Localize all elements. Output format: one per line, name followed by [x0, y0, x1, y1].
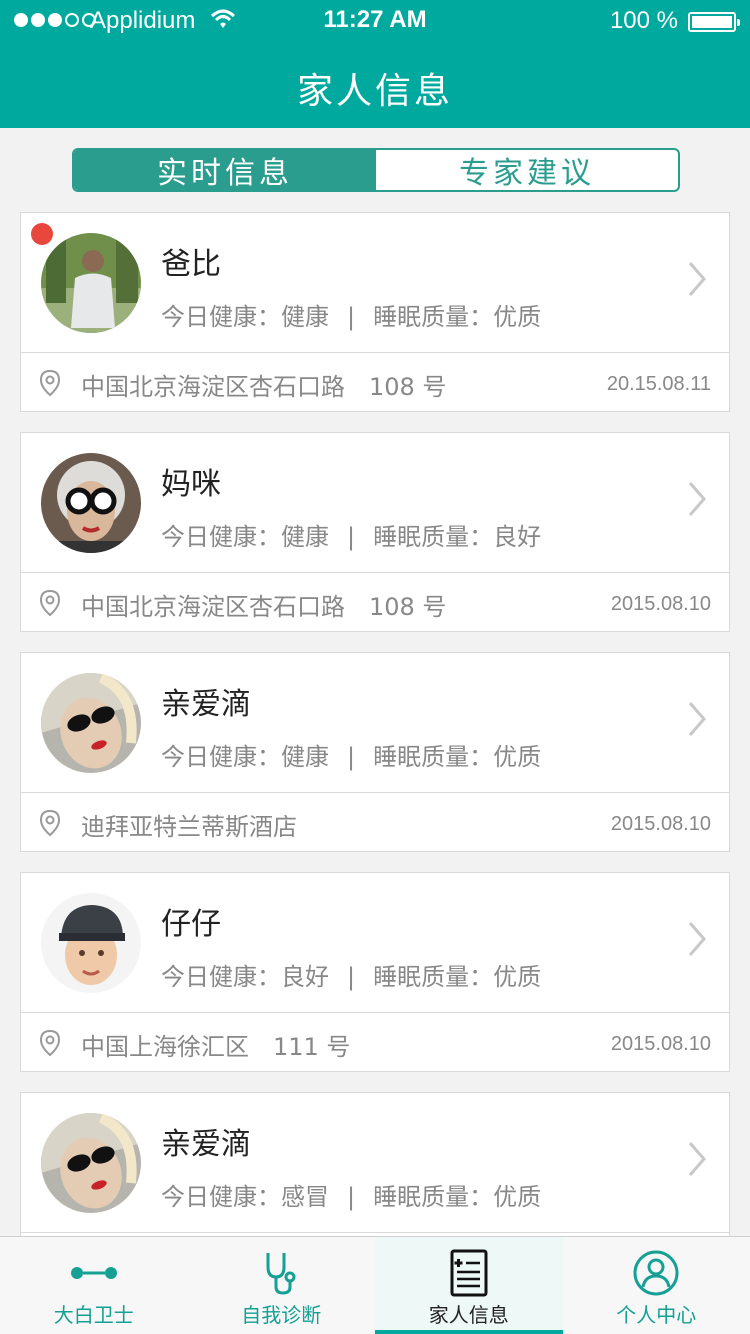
health-label: 今日健康：: [161, 523, 281, 551]
avatar: [41, 453, 141, 553]
health-value: 良好: [281, 963, 329, 991]
health-status: 今日健康：健康 | 睡眠质量：优质: [161, 297, 541, 332]
health-status: 今日健康：良好 | 睡眠质量：优质: [161, 957, 541, 992]
location-text: 中国北京海淀区杏石口路 108 号: [81, 373, 447, 401]
location-pin-icon: [39, 589, 61, 617]
location-text: 中国上海徐汇区 111 号: [81, 1033, 351, 1061]
location-row: 中国北京海淀区杏石口路 108 号 2015.08.10: [21, 573, 729, 631]
location-row: 中国上海徐汇区 111 号 2015.08.10: [21, 1013, 729, 1071]
separator: |: [347, 303, 356, 331]
tab-label: 大白卫士: [53, 1303, 134, 1327]
member-name: 仔仔: [161, 907, 221, 942]
tab-label: 家人信息: [428, 1303, 509, 1327]
card-summary[interactable]: 仔仔 今日健康：良好 | 睡眠质量：优质: [21, 873, 729, 1013]
status-bar: Applidium 11:27 AM 100 %: [0, 0, 750, 44]
update-date: 2015.08.10: [610, 593, 711, 615]
tab-self-diagnosis[interactable]: 自我诊断: [188, 1237, 376, 1334]
separator: |: [347, 1183, 356, 1211]
family-member-card[interactable]: 爸比 今日健康：健康 | 睡眠质量：优质 中国北京海淀区杏石口路 108 号 20.…: [20, 212, 730, 412]
sleep-value: 优质: [493, 743, 542, 771]
health-status: 今日健康：健康 | 睡眠质量：优质: [161, 737, 541, 772]
connection-icon: [70, 1267, 117, 1279]
sleep-label: 睡眠质量：: [373, 743, 494, 771]
separator: |: [347, 963, 356, 991]
segmented-control: 实时信息 专家建议: [72, 148, 680, 192]
card-summary[interactable]: 妈咪 今日健康：健康 | 睡眠质量：良好: [21, 433, 729, 573]
separator: |: [347, 523, 356, 551]
card-summary[interactable]: 亲爱滴 今日健康：感冒 | 睡眠质量：优质: [21, 1093, 729, 1233]
sleep-value: 良好: [493, 523, 542, 551]
tab-dabai-guard[interactable]: 大白卫士: [0, 1237, 188, 1334]
battery-icon: [688, 12, 740, 32]
health-value: 健康: [281, 743, 329, 771]
page-title: 家人信息: [296, 71, 453, 112]
sleep-label: 睡眠质量：: [373, 1183, 494, 1211]
battery-percentage: 100 %: [609, 7, 678, 34]
family-member-card[interactable]: 亲爱滴 今日健康：健康 | 睡眠质量：优质 迪拜亚特兰蒂斯酒店 2015.08.10: [20, 652, 730, 852]
location-row: 中国北京海淀区杏石口路 108 号 20.15.08.11: [21, 353, 729, 411]
location-pin-icon: [39, 809, 61, 837]
tab-label: 自我诊断: [241, 1303, 322, 1327]
avatar: [41, 233, 141, 333]
tab-bar: 大白卫士 自我诊断 家人信息 个人中心: [0, 1236, 750, 1334]
location-pin-icon: [39, 369, 61, 397]
avatar: [41, 1113, 141, 1213]
health-label: 今日健康：: [161, 303, 281, 331]
sleep-label: 睡眠质量：: [373, 963, 494, 991]
health-value: 健康: [281, 303, 329, 331]
health-label: 今日健康：: [161, 963, 281, 991]
family-member-card[interactable]: 仔仔 今日健康：良好 | 睡眠质量：优质 中国上海徐汇区 111 号 2015.08…: [20, 872, 730, 1072]
chevron-right-icon: [688, 1142, 706, 1176]
health-value: 健康: [281, 523, 329, 551]
health-label: 今日健康：: [161, 743, 281, 771]
update-date: 2015.08.10: [610, 1033, 711, 1055]
location-text: 中国北京海淀区杏石口路 108 号: [81, 593, 447, 621]
health-status: 今日健康：感冒 | 睡眠质量：优质: [161, 1177, 541, 1212]
family-member-card[interactable]: 妈咪 今日健康：健康 | 睡眠质量：良好 中国北京海淀区杏石口路 108 号 201…: [20, 432, 730, 632]
card-summary[interactable]: 爸比 今日健康：健康 | 睡眠质量：优质: [21, 213, 729, 353]
tab-realtime-info[interactable]: 实时信息: [74, 150, 376, 190]
member-name: 爸比: [161, 247, 221, 282]
health-value: 感冒: [281, 1183, 329, 1211]
location-text: 迪拜亚特兰蒂斯酒店: [81, 813, 297, 841]
tab-expert-advice[interactable]: 专家建议: [376, 150, 678, 190]
tab-personal-center[interactable]: 个人中心: [563, 1237, 750, 1334]
sleep-value: 优质: [493, 963, 542, 991]
health-status: 今日健康：健康 | 睡眠质量：良好: [161, 517, 541, 552]
update-date: 2015.08.10: [610, 813, 711, 835]
location-row: 迪拜亚特兰蒂斯酒店 2015.08.10: [21, 793, 729, 851]
sleep-label: 睡眠质量：: [373, 523, 494, 551]
update-date: 20.15.08.11: [606, 373, 711, 395]
stethoscope-icon: [266, 1253, 296, 1295]
member-name: 亲爱滴: [161, 687, 251, 722]
tab-family-info[interactable]: 家人信息: [375, 1237, 563, 1334]
member-name: 亲爱滴: [161, 1127, 251, 1162]
chevron-right-icon: [688, 482, 706, 516]
medical-record-icon: [450, 1249, 488, 1297]
chevron-right-icon: [688, 262, 706, 296]
sleep-value: 优质: [493, 303, 542, 331]
sleep-label: 睡眠质量：: [373, 303, 494, 331]
chevron-right-icon: [688, 922, 706, 956]
health-label: 今日健康：: [161, 1183, 281, 1211]
member-name: 妈咪: [161, 467, 221, 502]
separator: |: [347, 743, 356, 771]
location-pin-icon: [39, 1029, 61, 1057]
sleep-value: 优质: [493, 1183, 542, 1211]
person-icon: [633, 1250, 679, 1296]
avatar: [41, 673, 141, 773]
chevron-right-icon: [688, 702, 706, 736]
avatar: [41, 893, 141, 993]
tab-label: 个人中心: [616, 1303, 697, 1327]
unread-badge: [31, 223, 53, 245]
card-summary[interactable]: 亲爱滴 今日健康：健康 | 睡眠质量：优质: [21, 653, 729, 793]
nav-header: Applidium 11:27 AM 100 % 家人信息: [0, 0, 750, 128]
